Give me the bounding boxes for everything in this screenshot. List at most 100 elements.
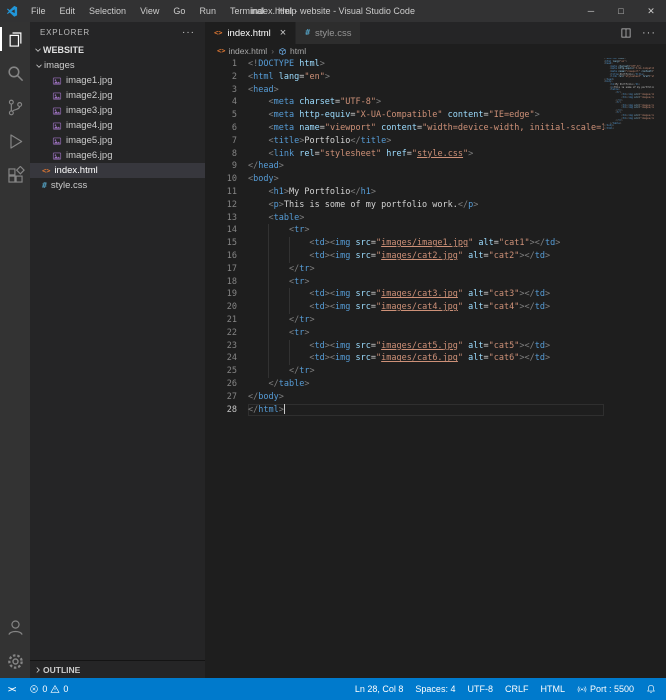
code-line-23[interactable]: 23 <td><img src="images/cat5.jpg" alt="c… <box>205 340 604 353</box>
code-line-14[interactable]: 14 <tr> <box>205 224 604 237</box>
line-content: <!DOCTYPE html> <box>248 58 604 71</box>
split-editor-icon[interactable] <box>620 27 632 39</box>
breadcrumb-label: index.html <box>228 46 267 56</box>
status-language-mode[interactable]: HTML <box>534 678 571 700</box>
status-eol[interactable]: CRLF <box>499 678 535 700</box>
code-line-6[interactable]: 6 <meta name="viewport" content="width=d… <box>205 122 604 135</box>
file-tree-item-image6.jpg[interactable]: image6.jpg <box>30 148 205 163</box>
error-count: 0 <box>42 684 47 694</box>
menu-run[interactable]: Run <box>192 0 223 22</box>
code-line-11[interactable]: 11 <h1>My Portfolio</h1> <box>205 186 604 199</box>
line-number: 14 <box>205 224 237 237</box>
tab-index.html[interactable]: <>index.html× <box>205 22 296 44</box>
file-tree-item-image3.jpg[interactable]: image3.jpg <box>30 103 205 118</box>
status-encoding[interactable]: UTF-8 <box>461 678 499 700</box>
indent-guide <box>268 224 269 237</box>
status-notifications[interactable] <box>640 678 662 700</box>
workspace-folder-label: WEBSITE <box>43 45 84 55</box>
explorer-more-actions-button[interactable]: ··· <box>182 27 195 38</box>
code-line-20[interactable]: 20 <td><img src="images/cat4.jpg" alt="c… <box>205 301 604 314</box>
code-line-24[interactable]: 24 <td><img src="images/cat6.jpg" alt="c… <box>205 352 604 365</box>
file-tree-item-style.css[interactable]: #style.css <box>30 178 205 193</box>
code-line-4[interactable]: 4 <meta charset="UTF-8"> <box>205 96 604 109</box>
line-number: 4 <box>205 96 237 109</box>
line-content: <html lang="en"> <box>248 71 604 84</box>
status-label: CRLF <box>505 684 529 694</box>
code-line-1[interactable]: 1<!DOCTYPE html> <box>205 58 604 71</box>
activity-settings[interactable] <box>0 644 30 678</box>
menu-go[interactable]: Go <box>166 0 192 22</box>
menu-selection[interactable]: Selection <box>82 0 133 22</box>
menu-edit[interactable]: Edit <box>53 0 83 22</box>
status-label: Ln 28, Col 8 <box>355 684 404 694</box>
code-line-9[interactable]: 9</head> <box>205 160 604 173</box>
menu-view[interactable]: View <box>133 0 166 22</box>
line-number: 6 <box>205 122 237 135</box>
file-tree-item-image4.jpg[interactable]: image4.jpg <box>30 118 205 133</box>
code-line-3[interactable]: 3<head> <box>205 84 604 97</box>
editor-more-actions-button[interactable]: ··· <box>642 27 656 39</box>
activity-explorer[interactable] <box>0 22 30 56</box>
breadcrumb-item-index.html[interactable]: <>index.html <box>217 46 267 56</box>
file-tree-item-image2.jpg[interactable]: image2.jpg <box>30 88 205 103</box>
file-tree-item-images[interactable]: images <box>30 58 205 73</box>
problems-indicator[interactable]: 00 <box>23 678 74 700</box>
file-label: image3.jpg <box>66 105 112 116</box>
code-line-25[interactable]: 25 </tr> <box>205 365 604 378</box>
line-content: </tr> <box>248 314 604 327</box>
code-line-26[interactable]: 26 </table> <box>205 378 604 391</box>
status-label: HTML <box>540 684 565 694</box>
file-tree-item-index.html[interactable]: <>index.html <box>30 163 205 178</box>
activity-extensions[interactable] <box>0 158 30 192</box>
code-line-7[interactable]: 7 <title>Portfolio</title> <box>205 135 604 148</box>
activity-source-control[interactable] <box>0 90 30 124</box>
file-tree-item-image5.jpg[interactable]: image5.jpg <box>30 133 205 148</box>
line-number: 3 <box>205 84 237 97</box>
status-live-server-port[interactable]: Port : 5500 <box>571 678 640 700</box>
close-button[interactable]: ✕ <box>636 0 666 22</box>
outline-section[interactable]: OUTLINE <box>30 660 205 678</box>
code-line-16[interactable]: 16 <td><img src="images/cat2.jpg" alt="c… <box>205 250 604 263</box>
tab-style.css[interactable]: #style.css <box>296 22 361 44</box>
code-line-15[interactable]: 15 <td><img src="images/image1.jpg" alt=… <box>205 237 604 250</box>
file-tree-item-image1.jpg[interactable]: image1.jpg <box>30 73 205 88</box>
status-cursor-position[interactable]: Ln 28, Col 8 <box>349 678 410 700</box>
code-line-27[interactable]: 27</body> <box>205 391 604 404</box>
activity-search[interactable] <box>0 56 30 90</box>
code-line-19[interactable]: 19 <td><img src="images/cat3.jpg" alt="c… <box>205 288 604 301</box>
file-tree: imagesimage1.jpgimage2.jpg image3.jpg imag… <box>30 58 205 193</box>
code-line-12[interactable]: 12 <p>This is some of my portfolio work.… <box>205 199 604 212</box>
css-file-icon: # <box>305 28 310 38</box>
activity-run-debug[interactable] <box>0 124 30 158</box>
status-indentation[interactable]: Spaces: 4 <box>409 678 461 700</box>
menu-help[interactable]: Help <box>271 0 304 22</box>
code-editor[interactable]: 1<!DOCTYPE html>2<html lang="en">3<head>… <box>205 58 604 678</box>
image-file-icon <box>52 91 62 101</box>
chevron-down-icon <box>34 61 44 71</box>
workspace-folder-header[interactable]: WEBSITE <box>30 42 205 58</box>
breadcrumb-item-html[interactable]: html <box>278 46 306 56</box>
code-line-5[interactable]: 5 <meta http-equiv="X-UA-Compatible" con… <box>205 109 604 122</box>
code-line-21[interactable]: 21 </tr> <box>205 314 604 327</box>
status-label: Spaces: 4 <box>415 684 455 694</box>
code-line-10[interactable]: 10<body> <box>205 173 604 186</box>
code-line-22[interactable]: 22 <tr> <box>205 327 604 340</box>
line-number: 11 <box>205 186 237 199</box>
remote-indicator[interactable]: >< <box>0 678 23 700</box>
menu-file[interactable]: File <box>24 0 53 22</box>
close-tab-icon[interactable]: × <box>280 28 286 39</box>
code-line-8[interactable]: 8 <link rel="stylesheet" href="style.css… <box>205 148 604 161</box>
menu-terminal[interactable]: Terminal <box>223 0 271 22</box>
line-number: 12 <box>205 199 237 212</box>
minimize-button[interactable]: ─ <box>576 0 606 22</box>
minimap[interactable]: <!DOCTYPE html><html lang="en"><head> <m… <box>604 58 654 278</box>
code-line-28[interactable]: 28</html> <box>205 404 604 417</box>
code-line-2[interactable]: 2<html lang="en"> <box>205 71 604 84</box>
activity-account[interactable] <box>0 610 30 644</box>
file-label: image5.jpg <box>66 135 112 146</box>
overview-ruler[interactable] <box>654 58 666 678</box>
code-line-18[interactable]: 18 <tr> <box>205 276 604 289</box>
code-line-13[interactable]: 13 <table> <box>205 212 604 225</box>
code-line-17[interactable]: 17 </tr> <box>205 263 604 276</box>
maximize-button[interactable]: □ <box>606 0 636 22</box>
